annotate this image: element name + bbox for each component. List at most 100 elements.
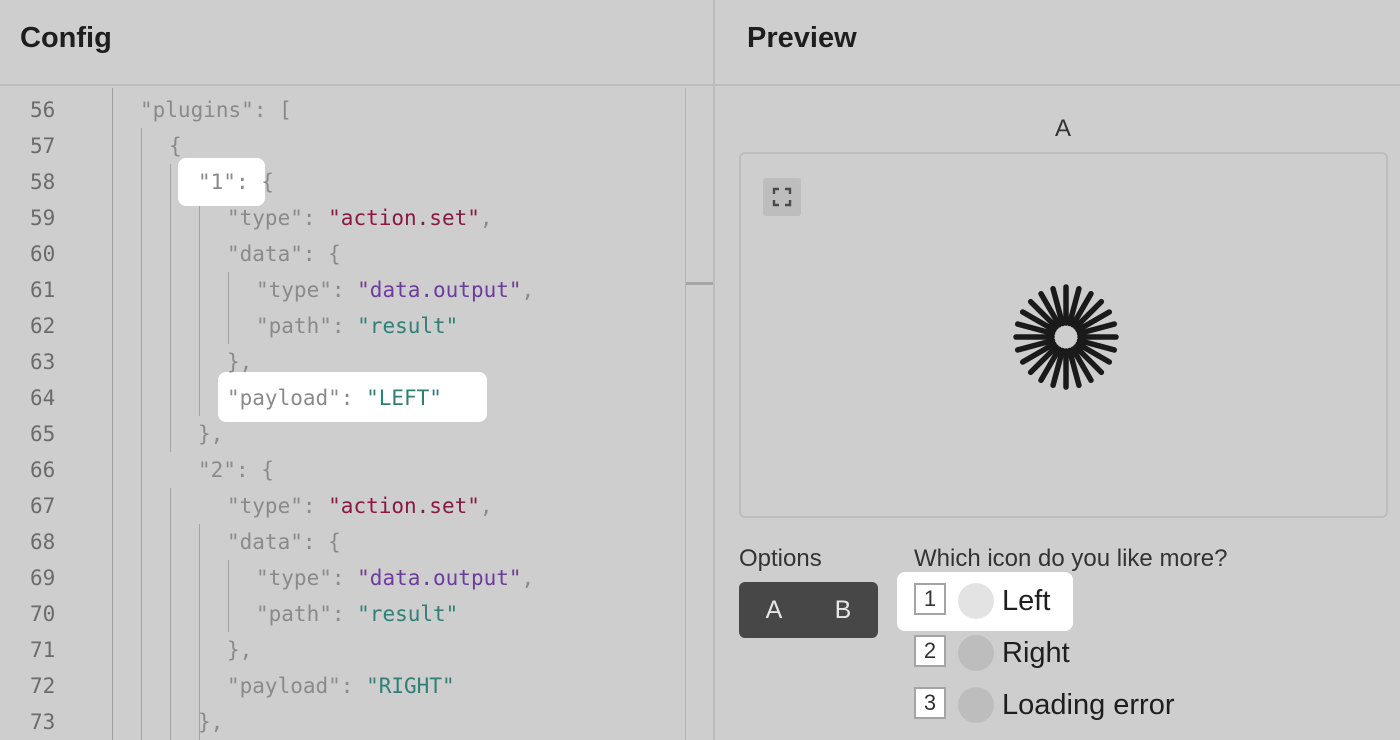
code-token: "action.set" xyxy=(328,206,480,230)
config-title: Config xyxy=(20,22,112,54)
toggle-option-b[interactable]: B xyxy=(808,582,878,638)
line-number: 63 xyxy=(30,350,56,374)
radio-button[interactable] xyxy=(958,635,994,671)
editor-scrollbar-track[interactable] xyxy=(685,88,686,740)
line-number: 70 xyxy=(30,602,56,626)
line-code: }, xyxy=(198,704,223,740)
preview-title: Preview xyxy=(747,22,857,54)
code-token: "plugins" xyxy=(140,98,254,122)
code-line[interactable]: 61 "type": "data.output", xyxy=(0,272,685,308)
code-token: }, xyxy=(227,350,253,374)
line-code: "payload": "LEFT" xyxy=(227,380,442,416)
line-number: 73 xyxy=(30,710,56,734)
code-token: "type" xyxy=(256,566,332,590)
code-line[interactable]: 66 "2": { xyxy=(0,452,685,488)
code-line[interactable]: 58 "1": { xyxy=(0,164,685,200)
code-token: : xyxy=(331,602,358,626)
code-line[interactable]: 67 "type": "action.set", xyxy=(0,488,685,524)
code-token: : xyxy=(331,278,358,302)
code-line[interactable]: 63}, xyxy=(0,344,685,380)
top-header: Config Preview xyxy=(0,0,1400,86)
code-token: : xyxy=(331,566,358,590)
editor-scrollbar-thumb[interactable] xyxy=(686,282,713,285)
code-token: "RIGHT" xyxy=(366,674,455,698)
panel-divider[interactable] xyxy=(713,0,715,740)
code-token: }, xyxy=(227,638,253,662)
code-token: : xyxy=(331,314,358,338)
choice-label: Right xyxy=(1002,637,1070,669)
code-token: "type" xyxy=(227,206,303,230)
line-code: { xyxy=(169,128,182,164)
code-line[interactable]: 70 "path": "result" xyxy=(0,596,685,632)
line-code: "data": { xyxy=(227,236,341,272)
radio-button[interactable] xyxy=(958,583,994,619)
code-line[interactable]: 57 { xyxy=(0,128,685,164)
code-line[interactable]: 62 "path": "result" xyxy=(0,308,685,344)
code-token: "data" xyxy=(227,530,303,554)
preview-frame xyxy=(739,152,1388,518)
line-number: 58 xyxy=(30,170,56,194)
code-token: : { xyxy=(235,458,274,482)
code-token: : [ xyxy=(253,98,292,122)
line-number: 72 xyxy=(30,674,56,698)
code-line[interactable]: 72 "payload": "RIGHT" xyxy=(0,668,685,704)
line-number: 64 xyxy=(30,386,56,410)
line-code: "data": { xyxy=(227,524,341,560)
code-token: "2" xyxy=(198,458,236,482)
choice-label: Loading error xyxy=(1002,689,1175,721)
line-number: 62 xyxy=(30,314,56,338)
expand-button[interactable] xyxy=(763,178,801,216)
hotkey-badge: 1 xyxy=(914,583,946,615)
code-line[interactable]: 59 "type": "action.set", xyxy=(0,200,685,236)
code-token: : xyxy=(340,386,367,410)
toggle-option-a[interactable]: A xyxy=(739,582,809,638)
line-code: "path": "result" xyxy=(256,596,458,632)
code-line[interactable]: 68 "data": { xyxy=(0,524,685,560)
code-line[interactable]: 69 "type": "data.output", xyxy=(0,560,685,596)
code-token: }, xyxy=(198,710,224,734)
line-code: }, xyxy=(227,344,252,380)
code-token: : xyxy=(302,206,329,230)
line-number: 59 xyxy=(30,206,56,230)
line-number: 68 xyxy=(30,530,56,554)
hotkey-badge: 3 xyxy=(914,687,946,719)
line-code: "type": "action.set", xyxy=(227,488,493,524)
line-code: "2": { xyxy=(198,452,274,488)
code-token: "result" xyxy=(357,602,459,626)
loading-spinner-icon xyxy=(1013,284,1119,390)
code-line[interactable]: 60 "data": { xyxy=(0,236,685,272)
code-token: "type" xyxy=(227,494,303,518)
expand-icon xyxy=(772,187,792,207)
code-token: : { xyxy=(302,530,341,554)
code-line[interactable]: 65}, xyxy=(0,416,685,452)
code-token: : { xyxy=(235,170,274,194)
radio-button[interactable] xyxy=(958,687,994,723)
config-editor[interactable]: 56 "plugins": [57{58 "1": {59 "type": "acti… xyxy=(0,88,713,740)
code-line[interactable]: 73}, xyxy=(0,704,685,740)
line-number: 67 xyxy=(30,494,56,518)
line-code: "plugins": [ xyxy=(140,92,292,128)
code-token: , xyxy=(521,278,535,302)
code-token: , xyxy=(479,494,493,518)
line-number: 65 xyxy=(30,422,56,446)
line-code: "type": "data.output", xyxy=(256,560,534,596)
code-token: "data" xyxy=(227,242,303,266)
line-code: "path": "result" xyxy=(256,308,458,344)
code-line[interactable]: 71}, xyxy=(0,632,685,668)
option-toggle: A B xyxy=(739,582,878,638)
code-token: , xyxy=(479,206,493,230)
line-number: 66 xyxy=(30,458,56,482)
line-number: 56 xyxy=(30,98,56,122)
code-line[interactable]: 56 "plugins": [ xyxy=(0,92,685,128)
code-token: , xyxy=(521,566,535,590)
code-line[interactable]: 64 "payload": "LEFT" xyxy=(0,380,685,416)
code-token: }, xyxy=(198,422,224,446)
line-code: "1": { xyxy=(198,164,274,200)
code-token: "payload" xyxy=(227,386,341,410)
code-token: : xyxy=(340,674,367,698)
line-code: }, xyxy=(198,416,223,452)
code-token: : { xyxy=(302,242,341,266)
code-token: "data.output" xyxy=(357,566,522,590)
code-token: { xyxy=(169,134,182,158)
line-number: 60 xyxy=(30,242,56,266)
